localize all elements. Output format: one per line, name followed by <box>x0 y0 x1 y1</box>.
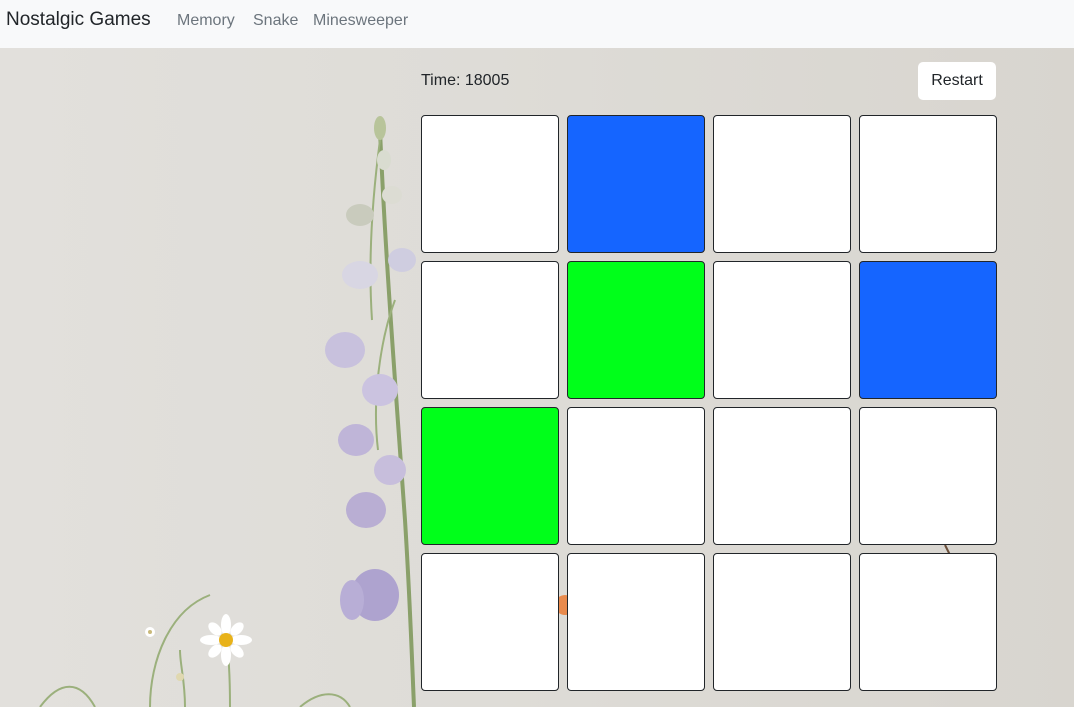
memory-card[interactable] <box>713 115 851 253</box>
memory-card[interactable] <box>567 553 705 691</box>
timer-display: Time: 18005 <box>421 72 510 89</box>
memory-card[interactable] <box>421 261 559 399</box>
memory-card[interactable] <box>421 553 559 691</box>
memory-card[interactable] <box>859 407 997 545</box>
memory-card[interactable] <box>713 407 851 545</box>
nav-link-memory[interactable]: Memory <box>177 12 235 30</box>
memory-card[interactable] <box>713 553 851 691</box>
memory-card[interactable] <box>567 261 705 399</box>
memory-card-grid <box>421 115 997 691</box>
memory-card[interactable] <box>859 115 997 253</box>
memory-card[interactable] <box>567 115 705 253</box>
memory-card[interactable] <box>713 261 851 399</box>
memory-card[interactable] <box>567 407 705 545</box>
restart-button[interactable]: Restart <box>918 62 996 100</box>
memory-card[interactable] <box>859 261 997 399</box>
nav-link-snake[interactable]: Snake <box>253 12 298 30</box>
nav-link-minesweeper[interactable]: Minesweeper <box>313 12 408 30</box>
brand-link[interactable]: Nostalgic Games <box>6 9 151 31</box>
memory-card[interactable] <box>421 115 559 253</box>
navbar: Nostalgic Games Memory Snake Minesweeper <box>0 0 1074 48</box>
memory-card[interactable] <box>859 553 997 691</box>
memory-card[interactable] <box>421 407 559 545</box>
